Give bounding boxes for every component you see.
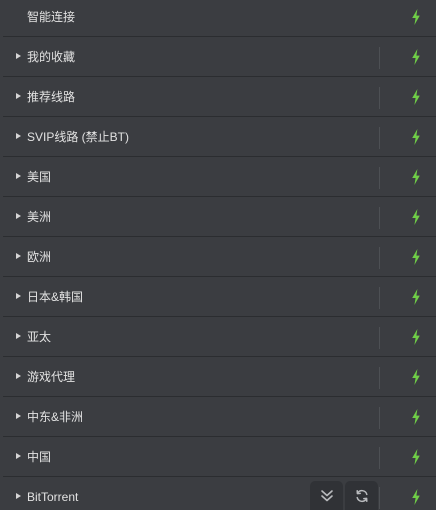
proxy-group-label: 美洲 — [27, 210, 52, 224]
divider — [379, 287, 380, 309]
floating-toolbar — [310, 481, 378, 510]
proxy-group-label: 推荐线路 — [27, 90, 76, 104]
lightning-bolt-icon[interactable] — [411, 329, 421, 345]
proxy-group-label: 亚太 — [27, 330, 52, 344]
proxy-group-row-gaming[interactable]: 游戏代理 — [3, 358, 436, 397]
divider — [379, 247, 380, 269]
divider — [379, 167, 380, 189]
lightning-bolt-icon[interactable] — [411, 289, 421, 305]
divider — [379, 87, 380, 109]
lightning-bolt-icon[interactable] — [411, 89, 421, 105]
proxy-group-label: 我的收藏 — [27, 50, 76, 64]
caret-right-icon[interactable] — [16, 53, 21, 59]
proxy-group-row-svip[interactable]: SVIP线路 (禁止BT) — [3, 118, 436, 157]
divider — [379, 407, 380, 429]
proxy-group-label: 欧洲 — [27, 250, 52, 264]
divider — [379, 447, 380, 469]
divider — [379, 207, 380, 229]
lightning-bolt-icon[interactable] — [411, 9, 421, 25]
caret-right-icon[interactable] — [16, 213, 21, 219]
lightning-bolt-icon[interactable] — [411, 369, 421, 385]
lightning-bolt-icon[interactable] — [411, 409, 421, 425]
caret-right-icon[interactable] — [16, 453, 21, 459]
proxy-group-row-recommended[interactable]: 推荐线路 — [3, 78, 436, 117]
lightning-bolt-icon[interactable] — [411, 449, 421, 465]
proxy-group-row-usa[interactable]: 美国 — [3, 158, 436, 197]
proxy-group-row-asia-pacific[interactable]: 亚太 — [3, 318, 436, 357]
divider — [379, 487, 380, 509]
refresh-icon — [355, 489, 368, 502]
proxy-group-row-europe[interactable]: 欧洲 — [3, 238, 436, 277]
divider — [379, 367, 380, 389]
proxy-group-label: SVIP线路 (禁止BT) — [27, 130, 130, 144]
proxy-group-row-americas[interactable]: 美洲 — [3, 198, 436, 237]
proxy-group-row-middle-east-africa[interactable]: 中东&非洲 — [3, 398, 436, 437]
caret-right-icon[interactable] — [16, 293, 21, 299]
lightning-bolt-icon[interactable] — [411, 129, 421, 145]
proxy-group-label: 中国 — [27, 450, 52, 464]
proxy-group-label: 日本&韩国 — [27, 290, 84, 304]
caret-right-icon[interactable] — [16, 253, 21, 259]
divider — [379, 47, 380, 69]
divider — [379, 127, 380, 149]
proxy-group-label: 中东&非洲 — [27, 410, 84, 424]
proxy-group-label: BitTorrent — [27, 490, 79, 504]
divider — [379, 327, 380, 349]
proxy-group-list: 智能连接 我的收藏 推荐线路 SVIP线路 (禁止BT) 美国 美洲 欧洲 日本… — [0, 0, 436, 510]
proxy-group-label: 游戏代理 — [27, 370, 76, 384]
proxy-group-row-china[interactable]: 中国 — [3, 438, 436, 477]
caret-right-icon[interactable] — [16, 333, 21, 339]
collapse-all-button[interactable] — [310, 481, 343, 510]
caret-right-icon[interactable] — [16, 133, 21, 139]
double-chevron-down-icon — [320, 489, 333, 501]
lightning-bolt-icon[interactable] — [411, 249, 421, 265]
lightning-bolt-icon[interactable] — [411, 49, 421, 65]
proxy-group-row-japan-korea[interactable]: 日本&韩国 — [3, 278, 436, 317]
proxy-group-row-favorites[interactable]: 我的收藏 — [3, 38, 436, 77]
caret-right-icon[interactable] — [16, 413, 21, 419]
refresh-button[interactable] — [345, 481, 378, 510]
lightning-bolt-icon[interactable] — [411, 169, 421, 185]
proxy-group-label: 美国 — [27, 170, 52, 184]
caret-right-icon[interactable] — [16, 373, 21, 379]
proxy-group-row-smart[interactable]: 智能连接 — [3, 0, 436, 37]
caret-right-icon[interactable] — [16, 493, 21, 499]
caret-right-icon[interactable] — [16, 93, 21, 99]
caret-right-icon[interactable] — [16, 173, 21, 179]
proxy-group-label: 智能连接 — [27, 10, 76, 24]
lightning-bolt-icon[interactable] — [411, 209, 421, 225]
lightning-bolt-icon[interactable] — [411, 489, 421, 505]
